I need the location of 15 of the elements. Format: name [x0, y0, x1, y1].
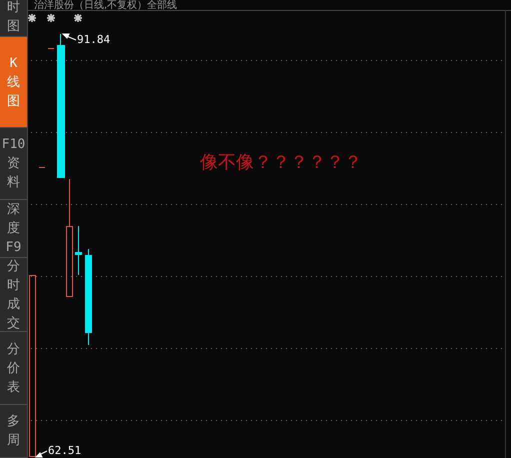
- sidebar-tab[interactable]: 分 时 成 交: [0, 258, 27, 332]
- star-marker-icon: [47, 14, 55, 22]
- high-price-label: 91.84: [77, 33, 110, 46]
- sidebar-tab[interactable]: 深 度 F9: [0, 200, 27, 258]
- star-marker-icon: [28, 14, 36, 22]
- annotation-text: 像不像？？？？？？: [200, 151, 362, 174]
- price-tick-mark: [48, 48, 54, 49]
- pointer-arrow-icon: [62, 34, 76, 40]
- pointer-arrow-icon: [34, 450, 48, 458]
- sidebar-tab[interactable]: 时 图: [0, 0, 27, 37]
- candlestick: [75, 226, 82, 276]
- low-price-label: 62.51: [48, 444, 82, 457]
- star-marker-icon: [74, 14, 82, 22]
- sidebar-tab[interactable]: K 线 图: [0, 37, 27, 128]
- price-tick-mark: [38, 167, 46, 168]
